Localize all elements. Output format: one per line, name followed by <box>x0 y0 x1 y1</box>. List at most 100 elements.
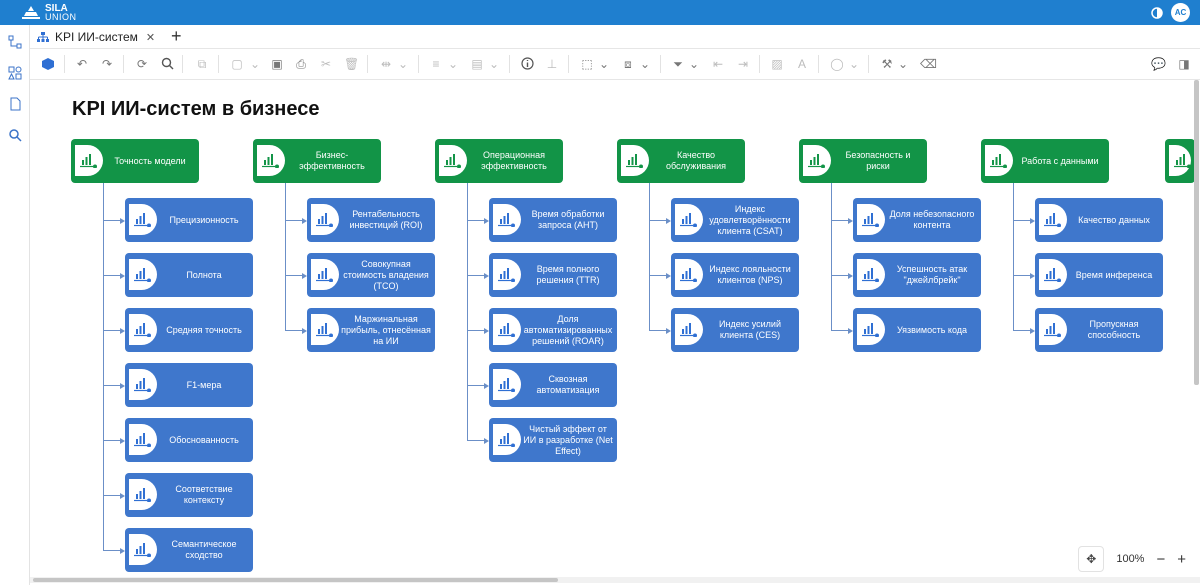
metric-node[interactable]: Время обработки запроса (AHT) <box>489 198 617 242</box>
zoom-in-button[interactable]: + <box>1177 551 1186 568</box>
rail-search-icon[interactable] <box>8 128 22 142</box>
category-node[interactable]: Бизнес-эффективность <box>253 139 381 183</box>
shapes-icon[interactable] <box>8 66 22 80</box>
metric-node[interactable]: Чистый эффект от ИИ в разработке (Net Ef… <box>489 418 617 462</box>
search-icon[interactable] <box>160 57 174 71</box>
filter-icon[interactable]: ⏷ <box>671 57 685 71</box>
print-icon[interactable]: ⎙ <box>294 57 308 71</box>
metric-label: Индекс удовлетворённости клиента (CSAT) <box>709 203 791 236</box>
connector-branch <box>285 330 303 331</box>
connector-trunk <box>285 183 286 330</box>
user-avatar[interactable]: AC <box>1171 3 1190 22</box>
paint-dropdown-icon[interactable]: ⌄ <box>896 57 910 71</box>
category-node[interactable]: Точность модели <box>71 139 199 183</box>
format-icon[interactable]: ≡ <box>429 57 443 71</box>
info-icon[interactable] <box>520 57 534 71</box>
text-icon[interactable]: A <box>795 57 809 71</box>
redo-icon[interactable]: ↷ <box>100 57 114 71</box>
align-icon[interactable]: ⇹ <box>379 57 393 71</box>
add-tab-button[interactable]: + <box>171 25 182 49</box>
filter-dropdown-icon[interactable]: ⌄ <box>687 57 701 71</box>
category-label: Безопасность и риски <box>845 150 911 171</box>
kpi-icon <box>311 204 339 235</box>
zoom-controls: ✥ 100% − + <box>1078 546 1186 572</box>
metric-node[interactable]: Полнота <box>125 253 253 297</box>
diagram-canvas[interactable]: KPI ИИ-систем в бизнесе Точность модели П… <box>30 80 1200 585</box>
theme-icon[interactable] <box>1151 6 1163 19</box>
top-bar: SILA UNION AC <box>0 0 1200 25</box>
format-dropdown-icon[interactable]: ⌄ <box>446 57 460 71</box>
paste-icon[interactable]: ▢ <box>230 57 244 71</box>
group-icon[interactable]: ⧈ <box>621 57 635 71</box>
metric-node[interactable]: Доля небезопасного контента <box>853 198 981 242</box>
category-node[interactable]: Безопасность и риски <box>799 139 927 183</box>
category-node-partial[interactable] <box>1165 139 1195 183</box>
move-left-icon[interactable]: ⇤ <box>711 57 725 71</box>
metric-node[interactable]: Средняя точность <box>125 308 253 352</box>
kpi-icon <box>493 259 521 290</box>
metric-node[interactable]: Пропускная способность <box>1035 308 1163 352</box>
hierarchy-icon[interactable]: ⊥ <box>545 57 559 71</box>
metric-node[interactable]: Совокупная стоимость владения (TCO) <box>307 253 435 297</box>
arrange-icon[interactable]: ▤ <box>470 57 484 71</box>
metric-node[interactable]: Прецизионность <box>125 198 253 242</box>
metric-node[interactable]: Время полного решения (TTR) <box>489 253 617 297</box>
metric-label: F1-мера <box>186 379 222 390</box>
tab-kpi[interactable]: KPI ИИ-систем ✕ <box>37 25 155 49</box>
metric-node[interactable]: Сквозная автоматизация <box>489 363 617 407</box>
metric-node[interactable]: Семантическое сходство <box>125 528 253 572</box>
horizontal-scrollbar[interactable] <box>30 577 1200 583</box>
layout-icon[interactable]: ▣ <box>270 57 284 71</box>
metric-node[interactable]: Доля автоматизированных решений (ROAR) <box>489 308 617 352</box>
metric-node[interactable]: Индекс удовлетворённости клиента (CSAT) <box>671 198 799 242</box>
zoom-out-button[interactable]: − <box>1156 551 1165 568</box>
connector-branch <box>467 330 485 331</box>
select-dropdown-icon[interactable]: ⌄ <box>597 57 611 71</box>
arrange-dropdown-icon[interactable]: ⌄ <box>487 57 501 71</box>
delete-icon[interactable]: 🗑 <box>344 57 359 71</box>
metric-node[interactable]: Время инференса <box>1035 253 1163 297</box>
close-icon[interactable]: ✕ <box>146 31 155 44</box>
shape-dropdown-icon[interactable]: ⌄ <box>847 57 861 71</box>
kpi-icon <box>129 369 157 400</box>
fit-view-icon[interactable]: ✥ <box>1078 546 1105 572</box>
select-icon[interactable]: ⬚ <box>580 57 594 71</box>
align-dropdown-icon[interactable]: ⌄ <box>396 57 410 71</box>
metric-node[interactable]: Соответствие контексту <box>125 473 253 517</box>
group-dropdown-icon[interactable]: ⌄ <box>638 57 652 71</box>
cut-icon[interactable]: ✂ <box>319 57 333 71</box>
metric-node[interactable]: Маржинальная прибыль, отнесённая на ИИ <box>307 308 435 352</box>
cube-icon[interactable] <box>41 57 55 71</box>
kpi-icon <box>857 204 885 235</box>
metric-node[interactable]: Рентабельность инвестиций (ROI) <box>307 198 435 242</box>
comment-icon[interactable]: 💬 <box>1151 57 1166 71</box>
eraser-icon[interactable]: ⌫ <box>920 57 937 71</box>
category-node[interactable]: Работа с данными <box>981 139 1109 183</box>
undo-icon[interactable]: ↶ <box>75 57 89 71</box>
shape-icon[interactable]: ◯ <box>830 57 844 71</box>
category-node[interactable]: Операционная эффективность <box>435 139 563 183</box>
app-logo[interactable]: SILA UNION <box>22 3 77 22</box>
metric-node[interactable]: Обоснованность <box>125 418 253 462</box>
move-right-icon[interactable]: ⇥ <box>736 57 750 71</box>
metric-node[interactable]: Индекс усилий клиента (CES) <box>671 308 799 352</box>
image-icon[interactable]: ▨ <box>770 57 784 71</box>
paste-dropdown-icon[interactable]: ⌄ <box>248 57 262 71</box>
vertical-scrollbar[interactable] <box>1194 80 1199 385</box>
metric-node[interactable]: Индекс лояльности клиентов (NPS) <box>671 253 799 297</box>
metric-node[interactable]: Качество данных <box>1035 198 1163 242</box>
structure-icon[interactable] <box>8 35 22 49</box>
category-label: Точность модели <box>114 155 186 166</box>
metric-node[interactable]: Успешность атак "джейлбрейк" <box>853 253 981 297</box>
metric-node[interactable]: Уязвимость кода <box>853 308 981 352</box>
metric-node[interactable]: F1-мера <box>125 363 253 407</box>
copy-icon[interactable]: ⧉ <box>195 57 209 71</box>
paint-icon[interactable]: ⚒ <box>880 57 894 71</box>
connector-branch <box>831 220 849 221</box>
panel-icon[interactable]: ◨ <box>1177 57 1191 71</box>
scroll-thumb[interactable] <box>33 578 558 582</box>
refresh-icon[interactable]: ⟳ <box>135 57 149 71</box>
category-node[interactable]: Качество обслуживания <box>617 139 745 183</box>
document-icon[interactable] <box>8 97 22 111</box>
metric-label: Доля небезопасного контента <box>889 209 975 230</box>
